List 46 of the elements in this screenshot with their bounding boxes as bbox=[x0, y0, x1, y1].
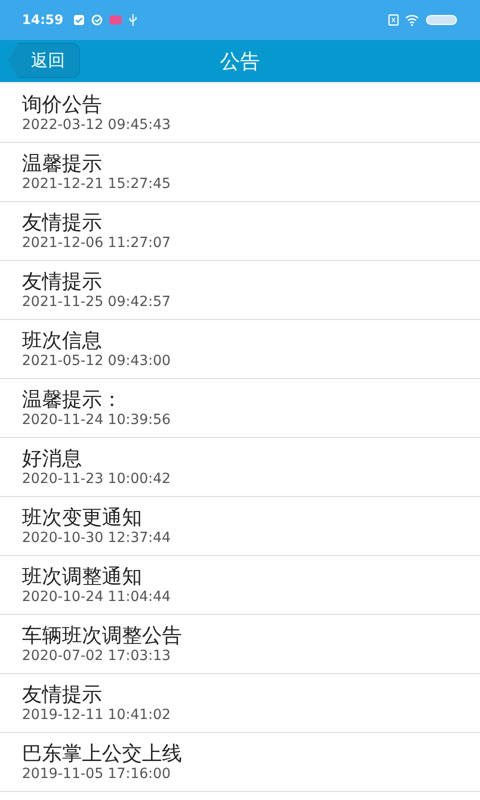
sim-icon bbox=[388, 14, 399, 26]
notice-title: 班次信息 bbox=[22, 328, 103, 353]
notification-icon bbox=[73, 14, 86, 26]
status-time: 14:59 bbox=[22, 12, 64, 28]
notice-item[interactable]: 友情提示 2019-12-11 10:41:02 bbox=[0, 674, 480, 733]
notice-item[interactable]: 询价公告 2022-03-12 09:45:43 bbox=[0, 84, 480, 143]
notice-title: 询价公告 bbox=[22, 92, 103, 117]
notice-item[interactable]: 好消息 2020-11-23 10:00:42 bbox=[0, 438, 480, 497]
notice-date: 2019-12-11 10:41:02 bbox=[22, 707, 172, 724]
notice-item[interactable]: 巴东掌上公交上线 2019-11-05 17:16:00 bbox=[0, 733, 480, 792]
notice-title: 班次变更通知 bbox=[22, 505, 143, 530]
notice-item[interactable]: 班次调整通知 2020-10-24 11:04:44 bbox=[0, 556, 480, 615]
notice-title: 车辆班次调整公告 bbox=[22, 623, 183, 648]
usb-icon bbox=[128, 14, 138, 26]
notice-item[interactable]: 温馨提示： 2020-11-24 10:39:56 bbox=[0, 379, 480, 438]
notice-title: 班次调整通知 bbox=[22, 564, 143, 589]
notice-date: 2020-11-23 10:00:42 bbox=[22, 471, 172, 488]
notice-date: 2020-10-30 12:37:44 bbox=[22, 530, 172, 547]
notice-title: 温馨提示： bbox=[22, 387, 123, 412]
notice-date: 2020-11-24 10:39:56 bbox=[22, 412, 172, 429]
notice-title: 友情提示 bbox=[22, 269, 103, 294]
notice-item[interactable]: 车辆班次调整公告 2020-07-02 17:03:13 bbox=[0, 615, 480, 674]
notice-date: 2021-12-06 11:27:07 bbox=[22, 235, 172, 252]
notice-date: 2019-11-05 17:16:00 bbox=[22, 766, 172, 783]
back-button[interactable]: 返回 bbox=[8, 43, 80, 78]
app-icon bbox=[109, 14, 122, 26]
notice-date: 2020-07-02 17:03:13 bbox=[22, 648, 172, 665]
notice-date: 2020-10-24 11:04:44 bbox=[22, 589, 172, 606]
notice-item[interactable]: 班次信息 2021-05-12 09:43:00 bbox=[0, 320, 480, 379]
notice-item[interactable]: 班次变更通知 2020-10-30 12:37:44 bbox=[0, 497, 480, 556]
notice-title: 好消息 bbox=[22, 446, 83, 471]
notice-title: 友情提示 bbox=[22, 682, 103, 707]
notice-date: 2021-11-25 09:42:57 bbox=[22, 294, 172, 311]
notice-item[interactable]: 温馨提示 2021-12-21 15:27:45 bbox=[0, 143, 480, 202]
wifi-icon bbox=[405, 14, 420, 26]
notice-item[interactable]: 友情提示 2021-11-25 09:42:57 bbox=[0, 261, 480, 320]
notice-date: 2022-03-12 09:45:43 bbox=[22, 117, 172, 134]
notice-item[interactable]: 友情提示 2021-12-06 11:27:07 bbox=[0, 202, 480, 261]
battery-icon bbox=[426, 14, 458, 26]
notice-title: 友情提示 bbox=[22, 210, 103, 235]
notice-date: 2021-05-12 09:43:00 bbox=[22, 353, 172, 370]
notice-date: 2021-12-21 15:27:45 bbox=[22, 176, 172, 193]
page-title: 公告 bbox=[220, 48, 260, 74]
notice-title: 巴东掌上公交上线 bbox=[22, 741, 183, 766]
notice-title: 温馨提示 bbox=[22, 151, 103, 176]
circle-check-icon bbox=[91, 14, 104, 26]
